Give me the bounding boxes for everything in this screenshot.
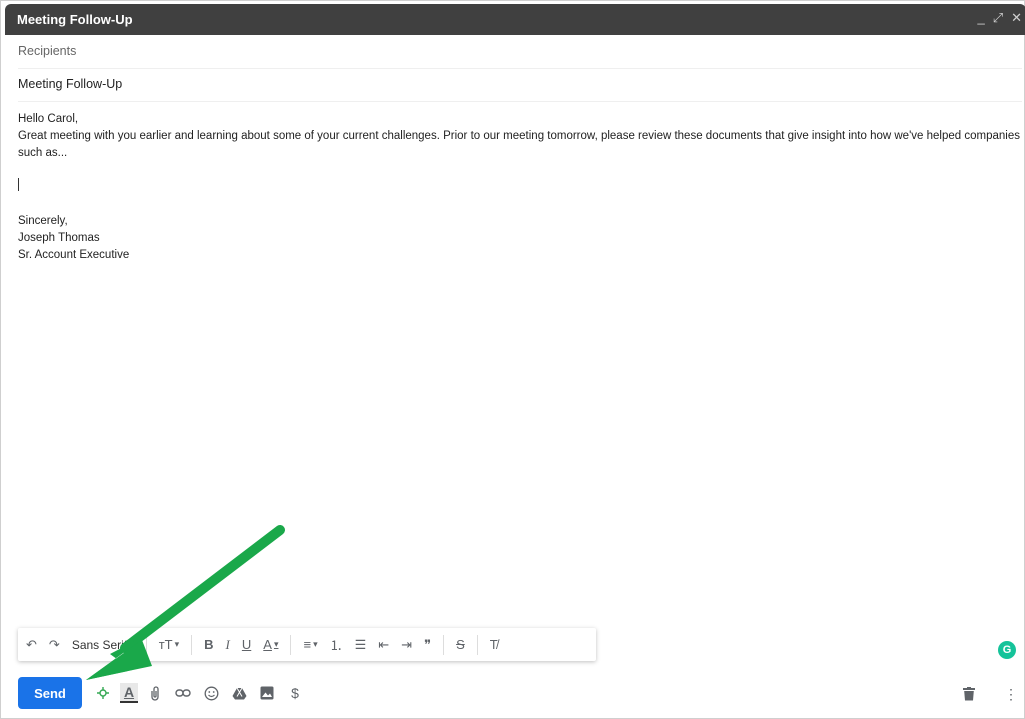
quote-icon[interactable]: ❞ xyxy=(424,633,431,657)
body-paragraph: Great meeting with you earlier and learn… xyxy=(18,130,1020,159)
align-icon: ≡ xyxy=(303,637,312,652)
title-bar: Meeting Follow-Up _ ⤢ ✕ xyxy=(5,4,1025,35)
attach-icon[interactable] xyxy=(144,682,166,704)
formatting-toolbar: ↶ ↷ Sans Serif ▾ тT ▾ B I U A ▾ ≡ ▾ ⒈ ☰ ⇤ ⇥ … xyxy=(18,628,596,661)
drive-icon[interactable] xyxy=(228,682,250,704)
remove-formatting-icon[interactable]: T̸ xyxy=(490,633,498,657)
trash-icon[interactable] xyxy=(958,683,980,705)
chevron-down-icon: ▾ xyxy=(313,639,318,649)
window-title: Meeting Follow-Up xyxy=(17,12,133,27)
subject-field[interactable]: Meeting Follow-Up xyxy=(18,68,1022,102)
message-body[interactable]: Hello Carol, Great meeting with you earl… xyxy=(18,111,1022,264)
text-size-icon: тT xyxy=(158,637,173,652)
emoji-icon[interactable] xyxy=(200,682,222,704)
text-color-button[interactable]: A ▾ xyxy=(263,633,278,657)
divider xyxy=(476,634,478,655)
divider xyxy=(191,634,193,655)
signature-name: Joseph Thomas xyxy=(18,232,100,244)
bulleted-list-icon[interactable]: ☰ xyxy=(355,633,367,657)
close-icon[interactable]: ✕ xyxy=(1011,10,1022,26)
compose-bottom-bar: Send A $ ⋮ xyxy=(18,677,1022,709)
numbered-list-icon[interactable]: ⒈ xyxy=(330,633,343,657)
dollar-icon[interactable]: $ xyxy=(284,682,306,704)
more-options-icon[interactable]: ⋮ xyxy=(1000,683,1022,705)
chevron-down-icon: ▾ xyxy=(174,639,180,649)
divider xyxy=(443,634,445,655)
formatting-icon[interactable]: A xyxy=(120,683,138,703)
minimize-icon[interactable]: _ xyxy=(977,10,984,26)
text-cursor xyxy=(18,178,19,191)
greeting-line: Hello Carol, xyxy=(18,113,79,125)
redo-icon[interactable]: ↷ xyxy=(49,633,60,657)
font-select[interactable]: Sans Serif ▾ xyxy=(72,633,134,657)
photo-icon[interactable] xyxy=(256,682,278,704)
font-label: Sans Serif xyxy=(71,637,128,652)
bottom-right-actions: ⋮ xyxy=(952,683,1022,705)
indent-less-icon[interactable]: ⇤ xyxy=(378,633,389,657)
strikethrough-button[interactable]: S xyxy=(456,633,465,657)
text-color-icon: A xyxy=(263,637,272,652)
spark-icon[interactable] xyxy=(92,682,114,704)
divider xyxy=(290,634,292,655)
signature-title: Sr. Account Executive xyxy=(18,249,130,261)
send-button[interactable]: Send xyxy=(18,677,82,709)
italic-button[interactable]: I xyxy=(226,633,230,657)
closing-line: Sincerely, xyxy=(18,215,68,227)
undo-icon[interactable]: ↶ xyxy=(26,633,37,657)
chevron-down-icon: ▾ xyxy=(129,639,134,649)
chevron-down-icon: ▾ xyxy=(273,639,279,649)
window-controls: _ ⤢ ✕ xyxy=(977,10,1022,26)
recipients-field[interactable]: Recipients xyxy=(18,35,1022,69)
divider xyxy=(145,634,147,655)
bold-button[interactable]: B xyxy=(204,633,213,657)
compose-window: Meeting Follow-Up _ ⤢ ✕ Recipients Meeti… xyxy=(0,0,1025,719)
expand-icon[interactable]: ⤢ xyxy=(993,10,1003,26)
underline-button[interactable]: U xyxy=(242,633,251,657)
link-icon[interactable] xyxy=(172,682,194,704)
grammarly-icon[interactable]: G xyxy=(998,641,1016,659)
align-button[interactable]: ≡ ▾ xyxy=(303,633,317,657)
indent-more-icon[interactable]: ⇥ xyxy=(401,633,412,657)
text-size-button[interactable]: тT ▾ xyxy=(159,633,179,657)
